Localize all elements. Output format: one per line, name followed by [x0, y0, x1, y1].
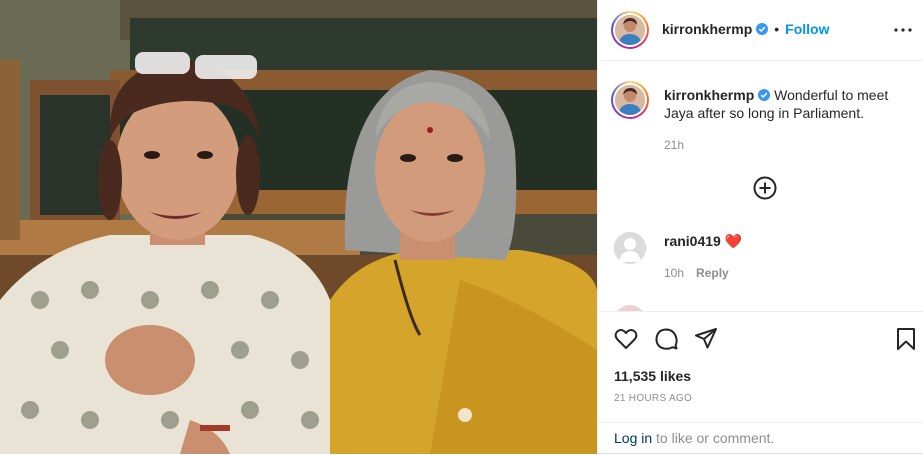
likes-count[interactable]: 11,535 likes: [614, 368, 691, 384]
login-prompt-text: to like or comment.: [652, 430, 775, 446]
caption: kirronkhermp Wonderful to meet Jaya afte…: [664, 86, 914, 154]
bookmark-icon[interactable]: [893, 326, 919, 352]
commenter-avatar[interactable]: [614, 232, 646, 264]
profile-photo-icon: [615, 15, 645, 45]
comment-age[interactable]: 10h: [664, 266, 684, 280]
comment-username[interactable]: rani0419: [664, 233, 721, 249]
login-link[interactable]: Log in: [614, 430, 652, 446]
heart-icon[interactable]: [613, 326, 639, 352]
instagram-post: kirronkhermp • Follow kirronkhermp Wonde…: [0, 0, 923, 454]
paper-plane-icon[interactable]: [693, 326, 719, 352]
post-timestamp[interactable]: 21 HOURS AGO: [614, 393, 692, 404]
follow-button[interactable]: Follow: [785, 21, 829, 37]
more-options-icon[interactable]: [894, 20, 912, 40]
load-more-comments-icon[interactable]: [752, 175, 778, 201]
verified-badge-icon: [756, 23, 769, 35]
post-header: kirronkhermp • Follow: [598, 0, 923, 61]
post-side-panel: kirronkhermp • Follow kirronkhermp Wonde…: [597, 0, 923, 454]
separator-dot: •: [774, 21, 780, 37]
login-prompt: Log in to like or comment.: [598, 422, 923, 455]
post-actions: 11,535 likes 21 HOURS AGO Log in to like…: [598, 311, 923, 454]
author-avatar[interactable]: [611, 11, 649, 49]
post-photo[interactable]: [0, 0, 597, 454]
profile-photo-icon: [615, 85, 645, 115]
verified-badge-icon: [758, 89, 771, 101]
comment-item: rani0419 ❤️ 10h Reply: [664, 232, 904, 282]
default-avatar-icon: [614, 232, 646, 264]
comment-text: ❤️: [724, 233, 743, 249]
post-photo-illustration: [0, 0, 597, 454]
reply-button[interactable]: Reply: [696, 266, 729, 280]
comments-section[interactable]: kirronkhermp Wonderful to meet Jaya afte…: [598, 61, 923, 311]
author-username[interactable]: kirronkhermp: [662, 21, 752, 37]
comment-icon[interactable]: [653, 326, 679, 352]
caption-author-avatar[interactable]: [611, 81, 649, 119]
caption-username[interactable]: kirronkhermp: [664, 87, 754, 103]
caption-age[interactable]: 21h: [664, 136, 914, 154]
